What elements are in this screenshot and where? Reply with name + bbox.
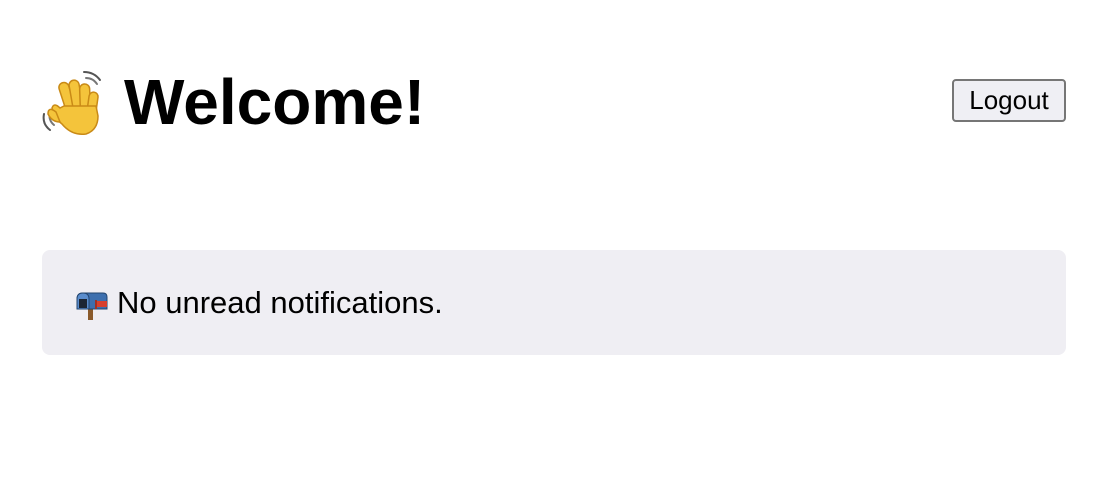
mailbox-icon [75, 287, 109, 321]
header: Welcome! Logout [40, 62, 1066, 142]
page: Welcome! Logout No unread notifications. [0, 0, 1102, 480]
waving-hand-icon [40, 68, 110, 140]
notifications-panel: No unread notifications. [42, 250, 1066, 355]
logout-button[interactable]: Logout [952, 79, 1066, 122]
notification-status-text: No unread notifications. [117, 284, 443, 320]
page-title-text: Welcome! [124, 66, 426, 138]
page-title: Welcome! [40, 62, 425, 142]
